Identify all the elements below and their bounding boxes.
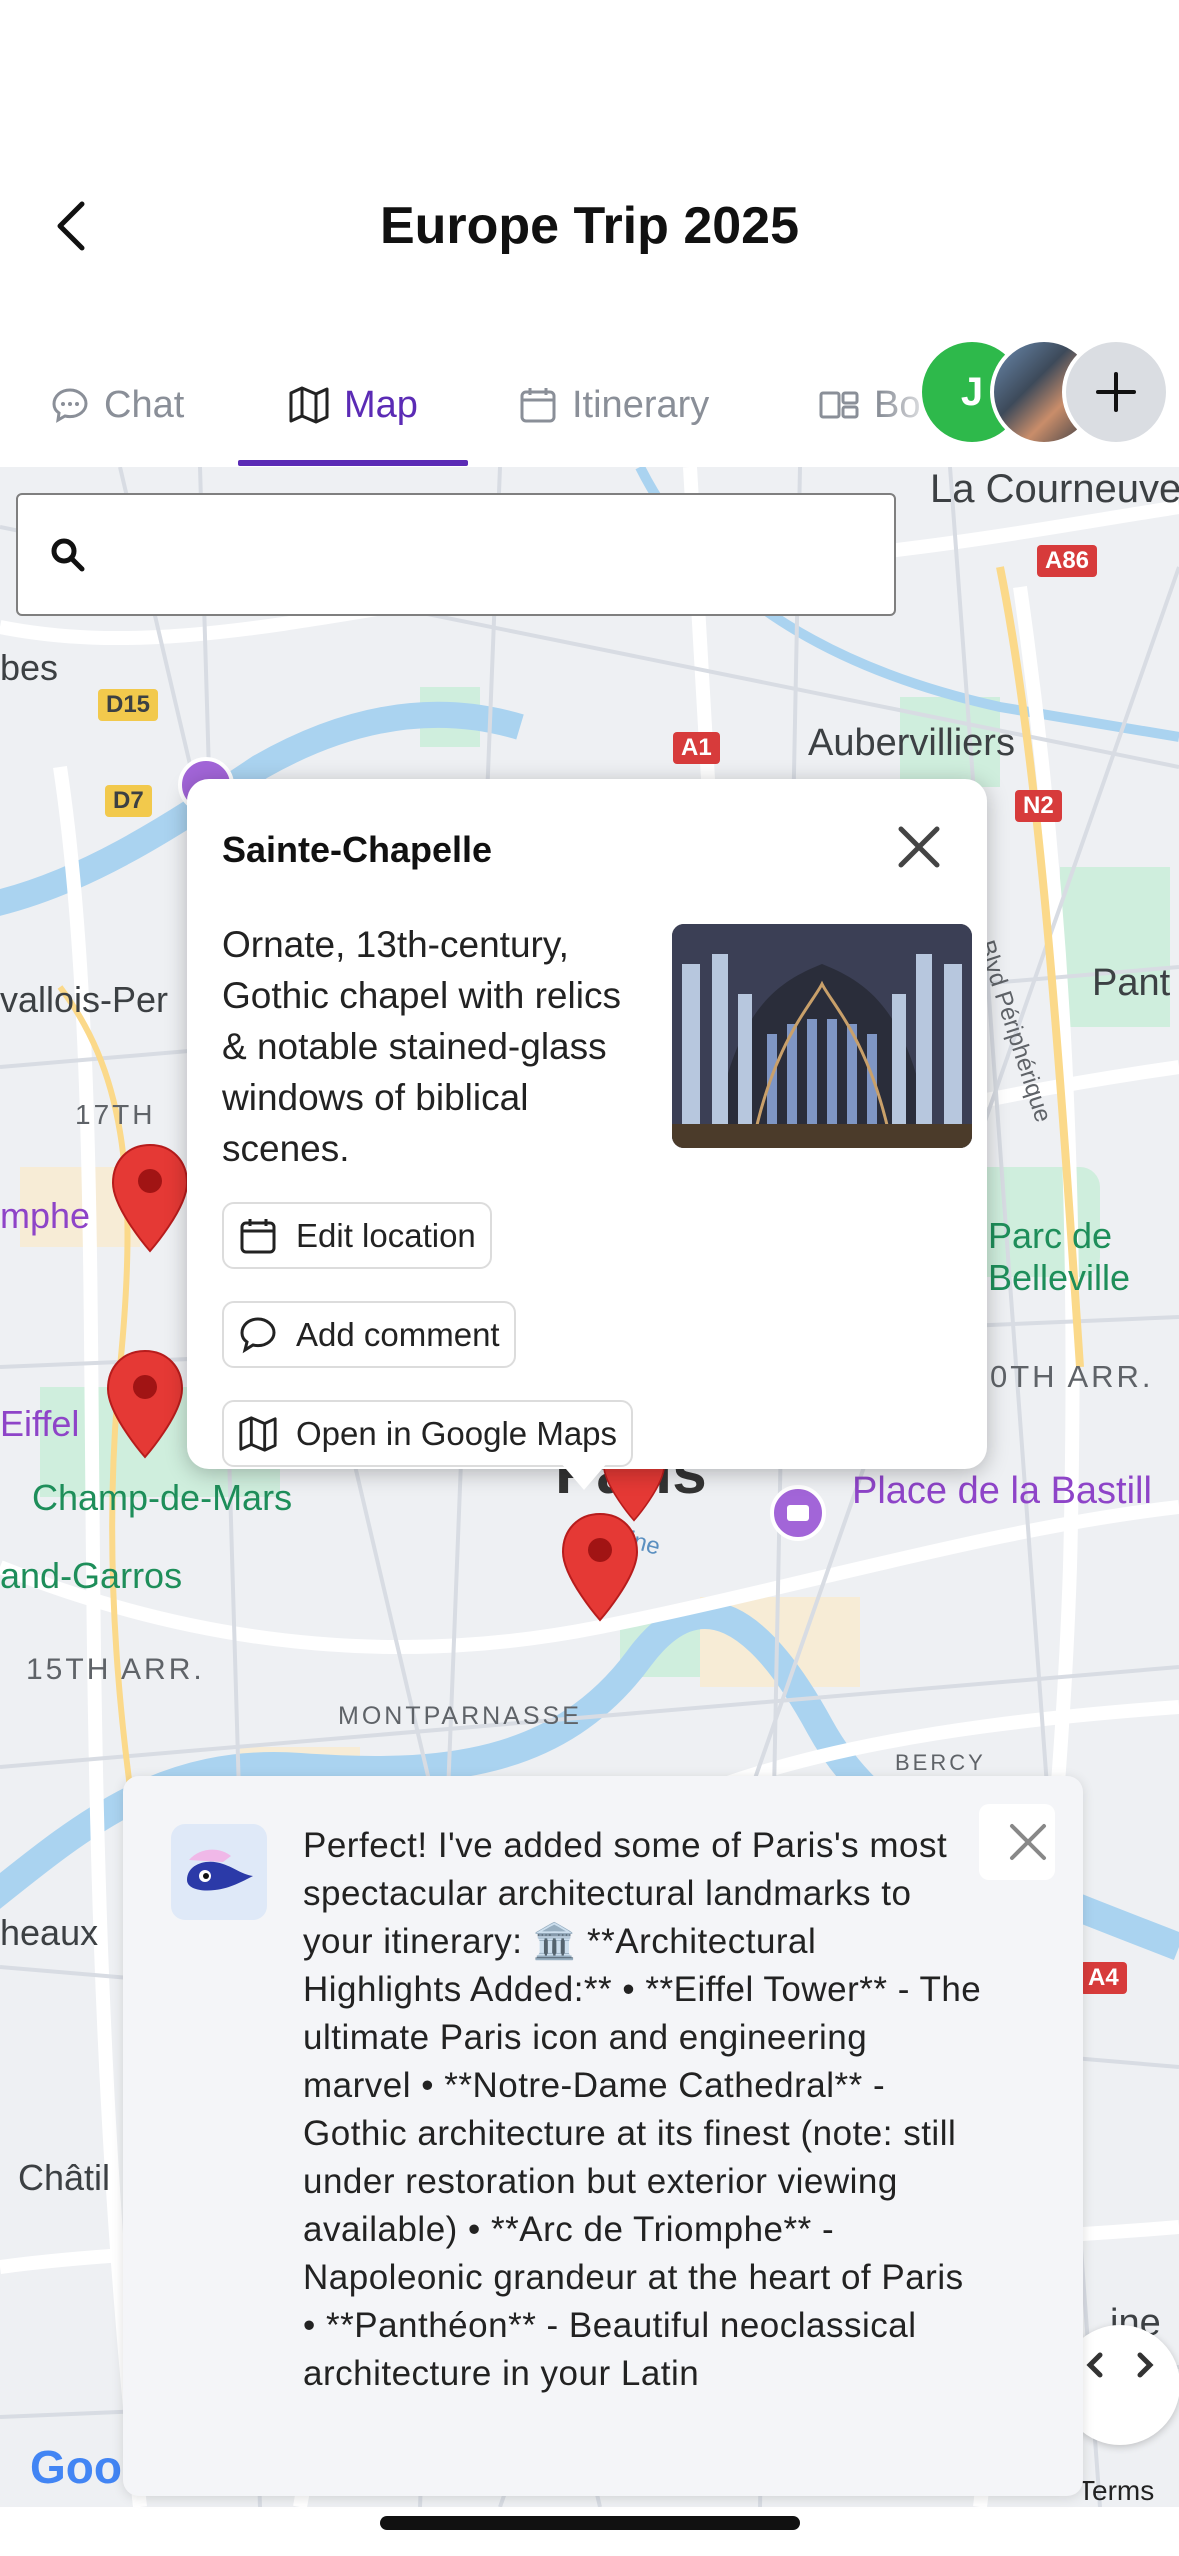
map-label: BERCY <box>895 1750 986 1775</box>
map-icon <box>239 1415 277 1452</box>
map-label: Parc de Belleville <box>988 1215 1131 1298</box>
tab-chat[interactable]: Chat <box>50 345 184 465</box>
map-label: 15TH ARR. <box>26 1653 205 1686</box>
place-description: Ornate, 13th-century, Gothic chapel with… <box>222 924 621 1169</box>
place-info-popup: Sainte-Chapelle Ornate, 13th-century, Go… <box>187 779 987 1469</box>
map-label: 17TH <box>75 1099 156 1130</box>
terms-link[interactable]: Terms <box>1078 2475 1154 2507</box>
tab-label: Map <box>344 383 418 426</box>
place-photo <box>672 924 972 1148</box>
map-pin[interactable] <box>560 1512 640 1622</box>
tab-map[interactable]: Map <box>288 345 418 465</box>
map-label: Place de la Bastill <box>852 1470 1152 1512</box>
popup-tail <box>560 1462 608 1490</box>
calendar-icon <box>520 388 556 423</box>
open-in-google-maps-button[interactable]: Open in Google Maps <box>222 1400 634 1467</box>
comment-icon <box>240 1316 276 1353</box>
edit-location-button[interactable]: Edit location <box>222 1202 492 1269</box>
home-indicator <box>380 2516 800 2530</box>
tab-itinerary[interactable]: Itinerary <box>518 345 709 465</box>
search-input[interactable] <box>16 493 896 616</box>
button-label: Add comment <box>296 1315 500 1353</box>
add-comment-button[interactable]: Add comment <box>222 1301 516 1368</box>
close-icon <box>898 826 940 868</box>
map-pin[interactable] <box>110 1143 190 1253</box>
assistant-message-card: Perfect! I've added some of Paris's most… <box>123 1776 1083 2496</box>
map-label: Châtil <box>18 2157 111 2198</box>
map-label: Aubervilliers <box>808 722 1015 764</box>
poi-marker[interactable] <box>770 1485 826 1541</box>
add-collaborator-button[interactable] <box>1062 338 1170 446</box>
assistant-message-text: Perfect! I've added some of Paris's most… <box>303 1826 982 2393</box>
map-label: La Courneuve <box>930 467 1179 511</box>
map-icon <box>289 386 329 424</box>
google-logo: Goo <box>30 2441 122 2493</box>
map-label: Pant <box>1092 962 1171 1004</box>
board-icon <box>819 391 859 419</box>
chat-bubble-icon <box>52 388 88 423</box>
search-icon <box>51 538 85 572</box>
road-badge: D7 <box>105 785 152 817</box>
map-label: vallois-Per <box>0 979 169 1020</box>
close-icon <box>1010 1824 1046 1860</box>
tab-label: Itinerary <box>572 383 710 426</box>
map-label: Champ-de-Mars <box>32 1477 293 1518</box>
road-badge: A1 <box>673 732 720 764</box>
map-label: bes <box>0 647 59 688</box>
road-badge: A4 <box>1080 1962 1127 1994</box>
map-label: and-Garros <box>0 1555 183 1596</box>
map-label: 0TH ARR. <box>990 1359 1154 1394</box>
map-pin[interactable] <box>105 1349 185 1459</box>
map-label: heaux <box>0 1912 99 1953</box>
active-tab-indicator <box>238 460 468 466</box>
close-message-button[interactable] <box>973 1794 1083 1890</box>
road-badge: N2 <box>1015 790 1062 822</box>
map-label: mphe <box>0 1195 91 1236</box>
button-label: Edit location <box>296 1216 476 1254</box>
map-label: Eiffel <box>0 1403 80 1444</box>
button-label: Open in Google Maps <box>296 1414 618 1452</box>
close-popup-button[interactable] <box>891 819 947 875</box>
assistant-avatar <box>171 1824 267 1920</box>
bird-logo-icon <box>187 1849 253 1891</box>
header: Europe Trip 2025 <box>0 0 1179 340</box>
tab-label: Chat <box>104 383 185 426</box>
page-title: Europe Trip 2025 <box>379 197 800 255</box>
road-badge: A86 <box>1037 545 1098 577</box>
plus-icon <box>1096 372 1136 412</box>
map-label: MONTPARNASSE <box>338 1702 582 1730</box>
calendar-icon <box>240 1218 276 1253</box>
road-badge: D15 <box>98 689 159 721</box>
place-title: Sainte-Chapelle <box>222 829 493 870</box>
